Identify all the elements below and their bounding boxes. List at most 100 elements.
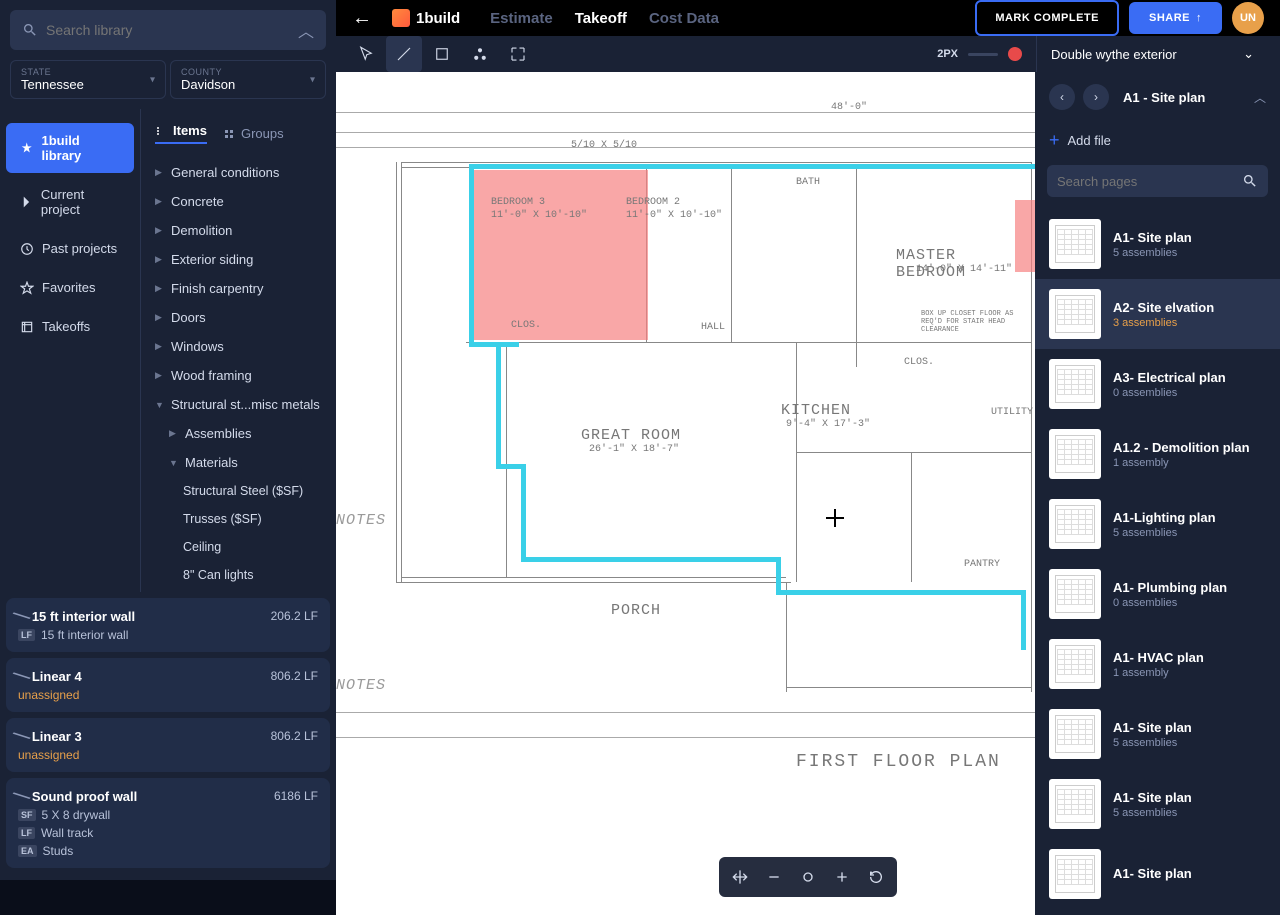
- page-thumbnail: [1049, 849, 1101, 899]
- prev-page-button[interactable]: ‹: [1049, 84, 1075, 110]
- tab-groups[interactable]: Groups: [223, 123, 284, 144]
- blueprint: BEDROOM 3 11'-0" X 10'-10" BEDROOM 2 11'…: [336, 72, 1035, 915]
- reset-button[interactable]: [861, 863, 891, 891]
- add-file-button[interactable]: + Add file: [1035, 122, 1280, 159]
- county-label: COUNTY: [181, 67, 315, 77]
- page-item[interactable]: A1-Lighting plan5 assemblies: [1035, 489, 1280, 559]
- collapse-panel-button[interactable]: ︿: [1254, 89, 1266, 106]
- pages-search[interactable]: [1047, 165, 1268, 197]
- page-item[interactable]: A1- Site plan: [1035, 839, 1280, 909]
- pages-search-input[interactable]: [1057, 174, 1242, 189]
- page-item[interactable]: A1.2 - Demolition plan1 assembly: [1035, 419, 1280, 489]
- chevron-up-icon[interactable]: ︿: [298, 18, 314, 42]
- tree-assemblies[interactable]: ▶Assemblies: [141, 419, 336, 448]
- tool-line[interactable]: [386, 36, 422, 72]
- page-thumbnail: [1049, 779, 1101, 829]
- page-item[interactable]: A1- Site plan5 assemblies: [1035, 699, 1280, 769]
- library-search-input[interactable]: [46, 22, 298, 38]
- measurement-card[interactable]: ╲Linear 4806.2 LFunassigned: [6, 658, 330, 712]
- highlight-area-1: [472, 170, 648, 340]
- nav-takeoffs[interactable]: Takeoffs: [6, 309, 134, 344]
- zoom-fit-button[interactable]: [793, 863, 823, 891]
- canvas[interactable]: BEDROOM 3 11'-0" X 10'-10" BEDROOM 2 11'…: [336, 72, 1035, 915]
- page-item[interactable]: A3- Electrical plan0 assemblies: [1035, 349, 1280, 419]
- state-value: Tennessee: [21, 77, 155, 92]
- sidebar: ︿ STATE Tennessee COUNTY Davidson 1build…: [0, 0, 336, 880]
- nav-library[interactable]: 1build library: [6, 123, 134, 173]
- tab-takeoff[interactable]: Takeoff: [575, 10, 627, 27]
- tab-estimate[interactable]: Estimate: [490, 10, 553, 27]
- search-icon: [1242, 173, 1258, 189]
- tool-rect[interactable]: [424, 36, 460, 72]
- page-item[interactable]: A1- Site plan5 assemblies: [1035, 769, 1280, 839]
- tree-demolition[interactable]: ▶Demolition: [141, 216, 336, 245]
- avatar[interactable]: UN: [1232, 2, 1264, 34]
- tree-column: Items Groups ▶General conditions ▶Concre…: [140, 109, 336, 592]
- main: ← 1build Estimate Takeoff Cost Data MARK…: [336, 0, 1280, 880]
- tree-windows[interactable]: ▶Windows: [141, 332, 336, 361]
- line-icon: ╲: [13, 728, 30, 745]
- nav-favorites[interactable]: Favorites: [6, 270, 134, 305]
- line-icon: ╲: [13, 608, 30, 625]
- tab-items[interactable]: Items: [155, 123, 207, 144]
- tree-can-lights[interactable]: 8" Can lights: [141, 561, 336, 589]
- page-thumbnail: [1049, 499, 1101, 549]
- tool-pointer[interactable]: [348, 36, 384, 72]
- pan-button[interactable]: [725, 863, 755, 891]
- back-button[interactable]: ←: [352, 7, 372, 30]
- pages-panel: ‹ › A1 - Site plan ︿ + Add file A1- Site…: [1035, 72, 1280, 915]
- nav-past-projects[interactable]: Past projects: [6, 231, 134, 266]
- page-thumbnail: [1049, 569, 1101, 619]
- page-item[interactable]: A1- Site plan5 assemblies: [1035, 209, 1280, 279]
- tree-exterior-siding[interactable]: ▶Exterior siding: [141, 245, 336, 274]
- logo: 1build: [392, 9, 460, 27]
- color-swatch[interactable]: [1008, 47, 1022, 61]
- tree-materials[interactable]: ▼Materials: [141, 448, 336, 477]
- page-thumbnail: [1049, 429, 1101, 479]
- measurement-card[interactable]: ╲Sound proof wall6186 LFSF5 X 8 drywallL…: [6, 778, 330, 868]
- share-button[interactable]: SHARE↑: [1129, 2, 1222, 34]
- layer-select[interactable]: Double wythe exterior ⌄: [1036, 36, 1268, 72]
- share-arrow-icon: ↑: [1196, 12, 1202, 24]
- county-select[interactable]: COUNTY Davidson: [170, 60, 326, 99]
- tree-general-conditions[interactable]: ▶General conditions: [141, 158, 336, 187]
- stroke-slider[interactable]: [968, 53, 998, 56]
- mark-complete-button[interactable]: MARK COMPLETE: [975, 0, 1119, 36]
- line-icon: ╲: [13, 668, 30, 685]
- cursor-crosshair: [826, 509, 844, 527]
- current-page-title: A1 - Site plan: [1123, 90, 1246, 105]
- tree-wood-framing[interactable]: ▶Wood framing: [141, 361, 336, 390]
- tab-cost-data[interactable]: Cost Data: [649, 10, 719, 27]
- zoom-in-button[interactable]: [827, 863, 857, 891]
- tree-ceiling[interactable]: Ceiling: [141, 533, 336, 561]
- measurement-card[interactable]: ╲15 ft interior wall206.2 LFLF15 ft inte…: [6, 598, 330, 652]
- page-item[interactable]: A2- Site elvation3 assemblies: [1035, 279, 1280, 349]
- state-select[interactable]: STATE Tennessee: [10, 60, 166, 99]
- page-thumbnail: [1049, 709, 1101, 759]
- line-icon: ╲: [13, 788, 30, 805]
- tool-points[interactable]: [462, 36, 498, 72]
- zoom-out-button[interactable]: [759, 863, 789, 891]
- nav-current-project[interactable]: Current project: [6, 177, 134, 227]
- page-item[interactable]: A1- Plumbing plan0 assemblies: [1035, 559, 1280, 629]
- stroke-px: 2PX: [937, 48, 958, 60]
- tree-structural-steel[interactable]: Structural Steel ($SF): [141, 477, 336, 505]
- toolbar: 2PX Double wythe exterior ⌄: [336, 36, 1280, 72]
- tree-doors[interactable]: ▶Doors: [141, 303, 336, 332]
- tree-structural[interactable]: ▼Structural st...misc metals: [141, 390, 336, 419]
- page-list[interactable]: A1- Site plan5 assembliesA2- Site elvati…: [1035, 203, 1280, 915]
- chevron-down-icon: ⌄: [1243, 46, 1254, 62]
- tree-concrete[interactable]: ▶Concrete: [141, 187, 336, 216]
- tool-fullscreen[interactable]: [500, 36, 536, 72]
- search-icon: [22, 22, 38, 38]
- page-item[interactable]: A1- HVAC plan1 assembly: [1035, 629, 1280, 699]
- measurement-card[interactable]: ╲Linear 3806.2 LFunassigned: [6, 718, 330, 772]
- page-thumbnail: [1049, 289, 1101, 339]
- tree-trusses[interactable]: Trusses ($SF): [141, 505, 336, 533]
- tree-finish-carpentry[interactable]: ▶Finish carpentry: [141, 274, 336, 303]
- library-search[interactable]: ︿: [10, 10, 326, 50]
- next-page-button[interactable]: ›: [1083, 84, 1109, 110]
- page-thumbnail: [1049, 219, 1101, 269]
- page-thumbnail: [1049, 359, 1101, 409]
- topbar: ← 1build Estimate Takeoff Cost Data MARK…: [336, 0, 1280, 36]
